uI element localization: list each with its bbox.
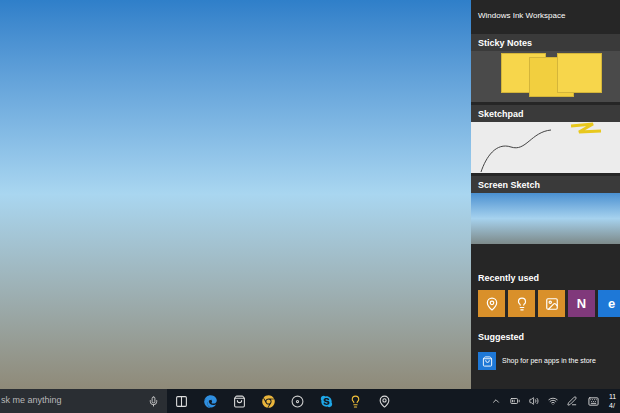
suggested-label: Suggested [471, 331, 620, 343]
ink-tile[interactable]: Screen Sketch [471, 176, 620, 244]
wallpaper [0, 0, 471, 389]
app-icon [485, 297, 499, 311]
maps-icon[interactable] [378, 395, 391, 408]
tile-label: Sticky Notes [471, 34, 620, 51]
sticky-notes-preview [471, 51, 620, 102]
battery-icon[interactable] [510, 396, 520, 406]
sketchpad-preview [471, 122, 620, 173]
app-icon [515, 297, 529, 311]
chevron-up-icon[interactable] [491, 396, 501, 406]
wifi-icon[interactable] [548, 396, 558, 406]
tile-label: Sketchpad [471, 105, 620, 122]
ink-workspace-panel: Windows Ink WorkspaceSticky Notes Sketchp… [471, 0, 620, 389]
app-icon[interactable] [291, 395, 304, 408]
ink-tile[interactable]: Sketchpad [471, 105, 620, 173]
volume-icon[interactable] [529, 396, 539, 406]
recent-label: Recently used [471, 272, 620, 284]
tips-icon[interactable] [349, 395, 362, 408]
recent-app[interactable] [508, 290, 535, 317]
mic-icon[interactable] [148, 396, 159, 407]
store-icon[interactable] [233, 395, 246, 408]
task-view-icon[interactable] [175, 395, 188, 408]
app-icon [545, 297, 559, 311]
keyboard-icon[interactable] [588, 396, 599, 407]
clock[interactable]: 114/ [606, 389, 620, 413]
skype-icon[interactable] [320, 395, 333, 408]
edge-icon[interactable] [204, 395, 217, 408]
recent-app[interactable] [538, 290, 565, 317]
desktop-screen: Windows Ink WorkspaceSticky Notes Sketchp… [0, 0, 620, 413]
tile-label: Screen Sketch [471, 176, 620, 193]
recent-app[interactable] [478, 290, 505, 317]
search-box[interactable]: sk me anything [0, 389, 167, 413]
recent-app[interactable]: e [598, 290, 620, 317]
screen-sketch-preview [471, 193, 620, 244]
suggested-item[interactable]: Shop for pen apps in the store [471, 352, 620, 370]
pen-icon[interactable] [567, 396, 577, 406]
store-icon [482, 356, 493, 367]
taskbar: sk me anything 114/ [0, 389, 620, 413]
recent-app[interactable]: N [568, 290, 595, 317]
panel-title: Windows Ink Workspace [471, 0, 620, 34]
scribble-icon [471, 122, 620, 173]
ink-tile[interactable]: Sticky Notes [471, 34, 620, 102]
chrome-icon[interactable] [262, 395, 275, 408]
